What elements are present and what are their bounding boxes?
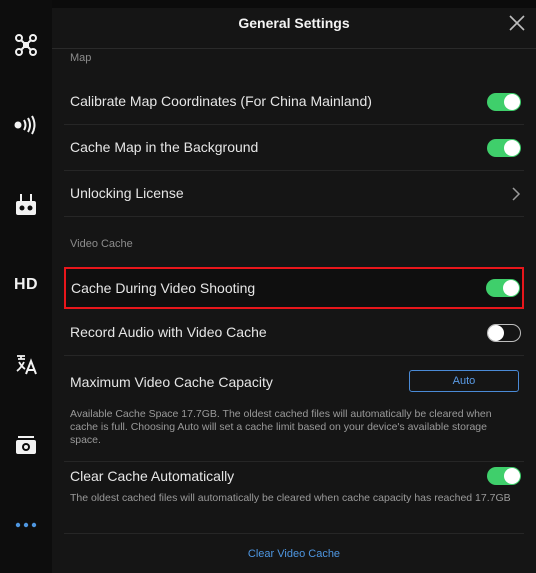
language-icon (16, 355, 37, 375)
close-icon[interactable] (506, 12, 528, 34)
toggle-knob (504, 94, 520, 110)
cache-during-video-toggle[interactable] (486, 279, 520, 297)
available-cache-description: Available Cache Space 17.7GB. The oldest… (70, 408, 492, 446)
cache-map-bg-toggle[interactable] (487, 139, 521, 157)
sidebar-item-remote[interactable] (0, 185, 52, 225)
max-cache-capacity-select[interactable]: Auto (409, 370, 519, 392)
sidebar-item-hd[interactable]: HD (0, 265, 52, 305)
record-audio-toggle[interactable] (487, 324, 521, 342)
row-record-audio: Record Audio with Video Cache (64, 310, 524, 356)
camera-icon (16, 436, 36, 454)
cache-during-video-label: Cache During Video Shooting (71, 280, 256, 296)
toggle-knob (503, 280, 519, 296)
calibrate-map-label: Calibrate Map Coordinates (For China Mai… (70, 93, 372, 109)
row-calibrate-map: Calibrate Map Coordinates (For China Mai… (64, 79, 524, 125)
section-label-video-cache: Video Cache (70, 238, 133, 250)
hd-icon: HD (13, 276, 39, 293)
toggle-knob (504, 140, 520, 156)
remote-controller-icon (16, 194, 36, 215)
calibrate-map-toggle[interactable] (487, 93, 521, 111)
max-cache-capacity-label: Maximum Video Cache Capacity (70, 374, 273, 390)
divider (64, 533, 524, 534)
section-label-map: Map (70, 52, 92, 64)
unlocking-license-label: Unlocking License (70, 185, 184, 201)
sidebar: HD (0, 0, 52, 573)
sidebar-item-signal[interactable] (0, 105, 52, 145)
page-title: General Settings (238, 15, 350, 31)
record-audio-label: Record Audio with Video Cache (70, 324, 267, 340)
toggle-knob (504, 468, 520, 484)
sidebar-item-aircraft[interactable] (0, 25, 52, 65)
signal-icon (14, 115, 36, 135)
sidebar-item-camera[interactable] (0, 425, 52, 465)
clear-video-cache-link[interactable]: Clear Video Cache (52, 548, 536, 560)
divider (64, 461, 524, 462)
clear-cache-auto-toggle[interactable] (487, 467, 521, 485)
row-cache-during-video: Cache During Video Shooting (64, 267, 524, 309)
clear-cache-auto-label: Clear Cache Automatically (70, 468, 235, 484)
chevron-right-icon (512, 187, 521, 201)
cache-map-bg-label: Cache Map in the Background (70, 139, 259, 155)
clear-cache-description: The oldest cached files will automatical… (70, 492, 511, 504)
sidebar-item-language[interactable] (0, 345, 52, 385)
aircraft-icon (15, 34, 37, 56)
panel-header: General Settings (52, 8, 536, 49)
toggle-knob (488, 325, 504, 341)
row-cache-map-bg: Cache Map in the Background (64, 125, 524, 171)
row-unlocking-license[interactable]: Unlocking License (64, 171, 524, 217)
settings-panel: General Settings Map Calibrate Map Coord… (52, 8, 536, 573)
sidebar-item-more[interactable] (0, 505, 52, 545)
more-icon (15, 522, 37, 528)
